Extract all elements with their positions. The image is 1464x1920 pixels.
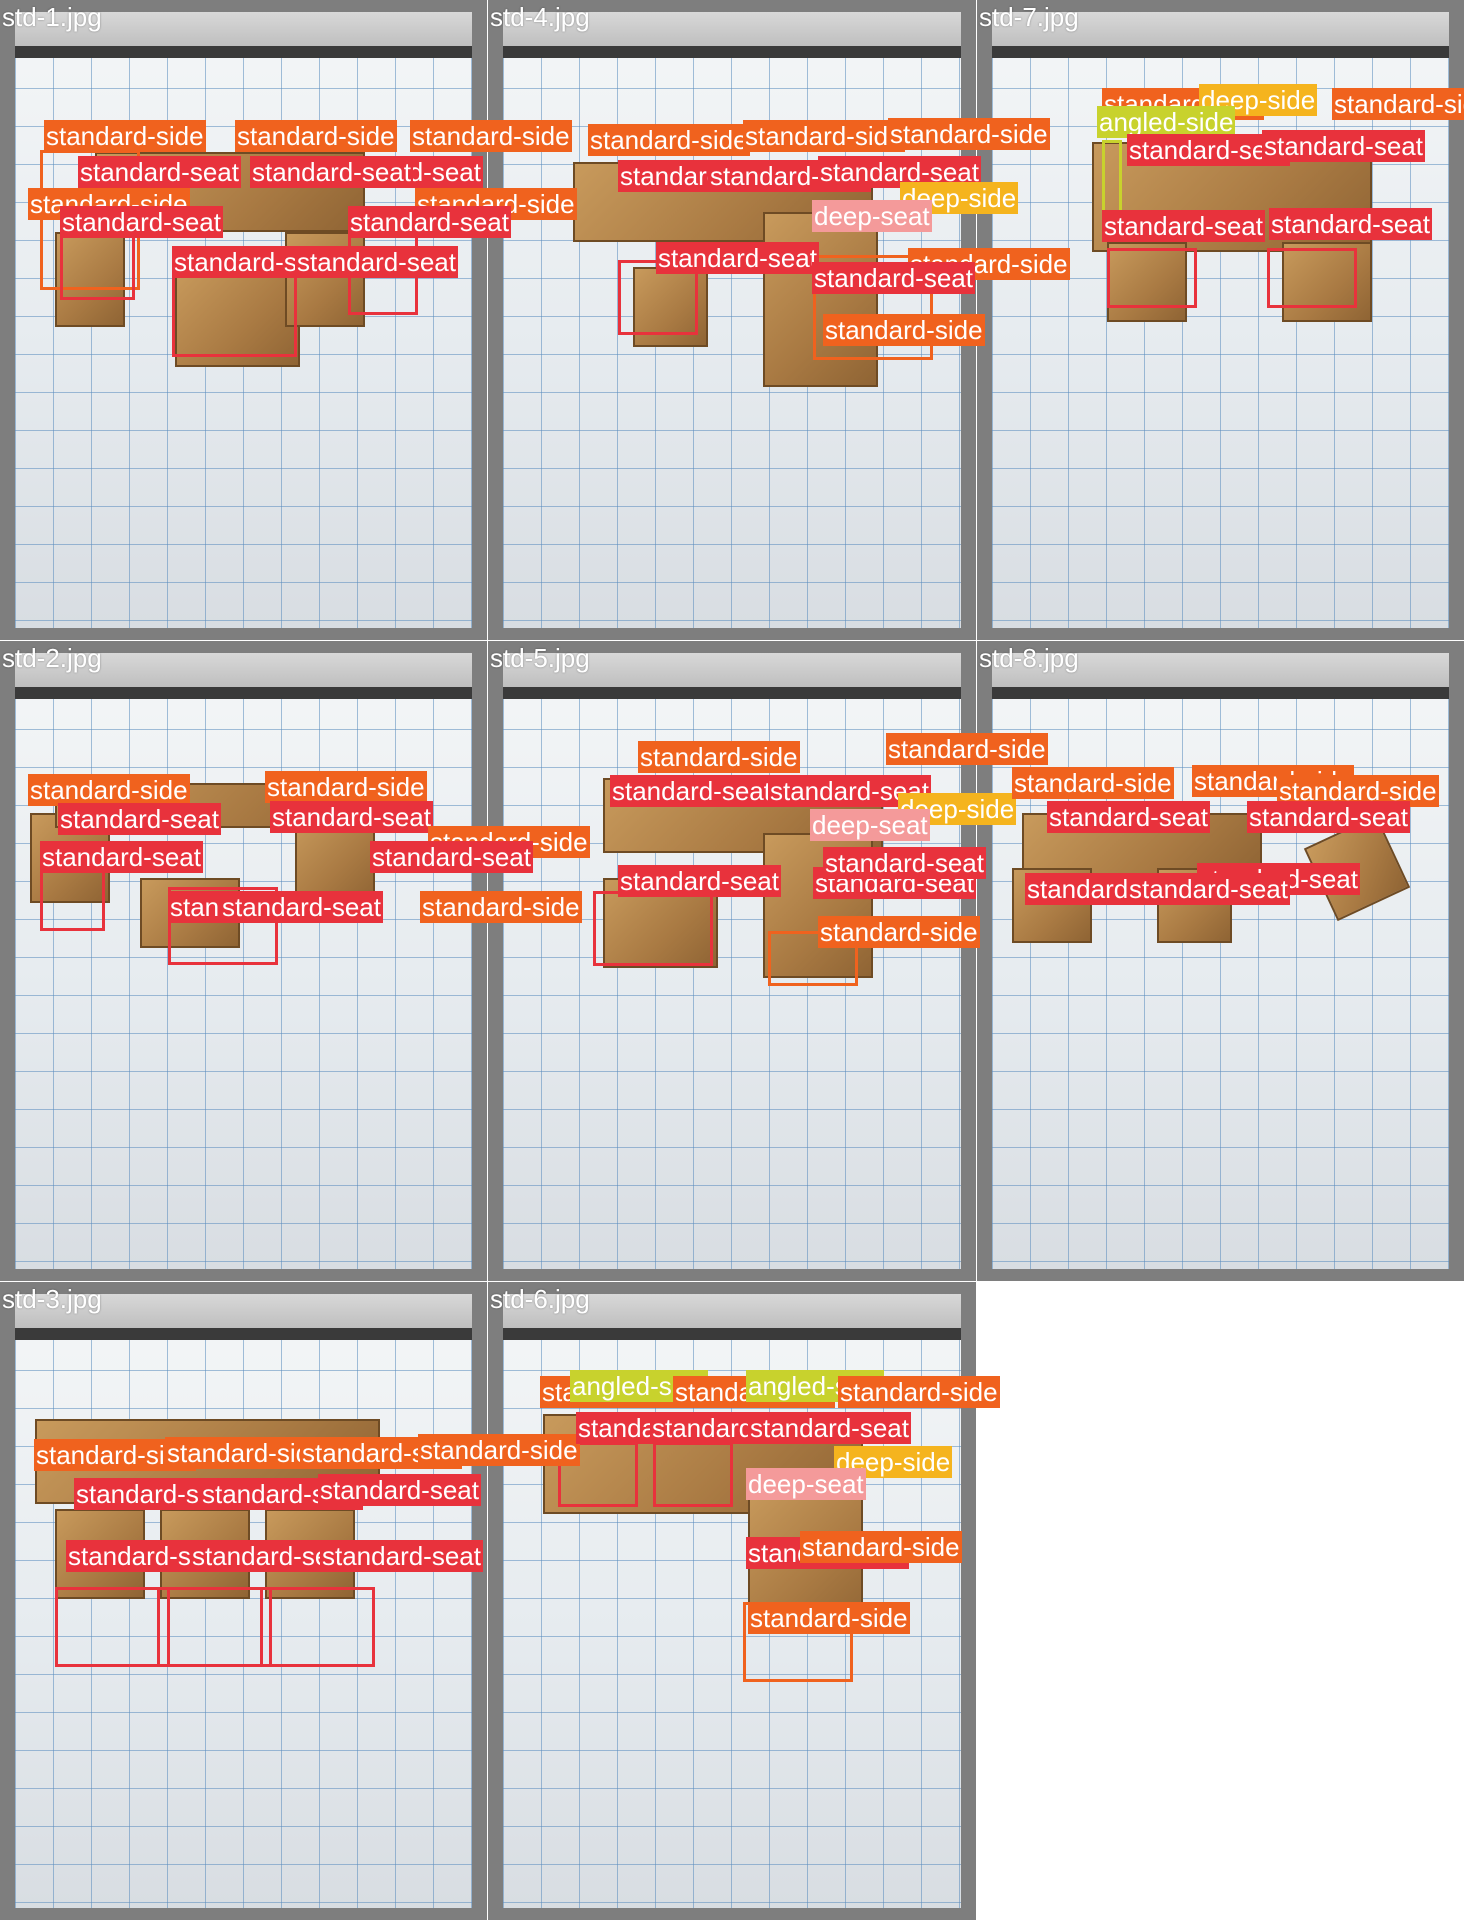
- detection-label: standard-seat: [320, 1540, 483, 1572]
- detection-label: standard-side: [823, 314, 985, 346]
- image-filename: std-5.jpg: [490, 643, 590, 673]
- detection-label: standard-seat: [1047, 801, 1210, 833]
- detection-label: standard-side: [888, 118, 1050, 150]
- detection-box: [260, 1587, 375, 1667]
- image-tile-std-1: std-1.jpg standard-side standard-side st…: [0, 0, 577, 640]
- detection-box: [1267, 248, 1357, 308]
- detection-box: [55, 1587, 170, 1667]
- rail: [15, 687, 472, 699]
- detection-label: standard-seat: [40, 841, 203, 873]
- detection-label: standard-seat: [370, 841, 533, 873]
- detection-label: standard-seat: [60, 206, 223, 238]
- detection-label: standard-seat: [610, 775, 773, 807]
- detection-box: [1107, 248, 1197, 308]
- detection-label: standard-side: [588, 124, 750, 156]
- image-filename: std-8.jpg: [979, 643, 1079, 673]
- detection-label: standard-seat: [823, 847, 986, 879]
- detection-label: deep-seat: [810, 809, 930, 841]
- detection-label: standard-seat: [618, 865, 781, 897]
- detection-label: standard-seat: [295, 246, 458, 278]
- image-tile-std-4: std-4.jpg standard-side standard-side st…: [488, 0, 1070, 640]
- image-filename: std-1.jpg: [2, 2, 102, 32]
- detection-label: standard-side: [420, 891, 582, 923]
- rail: [992, 46, 1449, 58]
- detection-label: standard-seat: [748, 1412, 911, 1444]
- detection-label: standard-seat: [1262, 130, 1425, 162]
- image-tile-std-2: std-2.jpg standard-side standard-side st…: [0, 641, 590, 1281]
- detection-label: standard-side: [418, 1434, 580, 1466]
- rail: [15, 46, 472, 58]
- image-tile-std-7: std-7.jpg standard-side deep-side standa…: [977, 0, 1464, 640]
- rail: [503, 687, 961, 699]
- detection-label: standard-side: [28, 774, 190, 806]
- image-filename: std-2.jpg: [2, 643, 102, 673]
- detection-label: standard-seat: [1269, 208, 1432, 240]
- detection-label: standard-side: [818, 916, 980, 948]
- detection-box: [593, 891, 713, 966]
- detection-label: standard-seat: [78, 156, 241, 188]
- detection-label: standard-seat: [250, 156, 413, 188]
- detection-label: standard-seat: [318, 1474, 481, 1506]
- detection-label: standard-side: [800, 1531, 962, 1563]
- image-tile-std-8: std-8.jpg standard-side standard-side st…: [977, 641, 1464, 1281]
- image-filename: std-4.jpg: [490, 2, 590, 32]
- image-tile-std-6: std-6.jpg standard-side angled-side stan…: [488, 1282, 1000, 1920]
- detection-label: standard-seat: [220, 891, 383, 923]
- detection-label: standard-seat: [656, 242, 819, 274]
- detection-label: deep-seat: [812, 200, 932, 232]
- detection-label: standard-seat: [1127, 873, 1290, 905]
- detection-label: standard-side: [235, 120, 397, 152]
- photo: [992, 653, 1449, 1269]
- image-tile-std-5: std-5.jpg standard-side standard-seat st…: [488, 641, 1048, 1281]
- detection-label: standard-seat: [812, 262, 975, 294]
- detection-label: standard-side: [410, 120, 572, 152]
- rail: [503, 46, 961, 58]
- rail: [15, 1328, 472, 1340]
- detection-label: standard-seat: [58, 803, 221, 835]
- rail: [992, 687, 1449, 699]
- image-filename: std-3.jpg: [2, 1284, 102, 1314]
- detection-label: standard-seat: [270, 801, 433, 833]
- detection-label: standard-seat: [348, 206, 511, 238]
- detection-box: [157, 1587, 272, 1667]
- image-tile-std-3: std-3.jpg standard-side standard-side st…: [0, 1282, 580, 1920]
- detection-label: standard-side: [265, 771, 427, 803]
- detection-label: standard-seat: [1247, 801, 1410, 833]
- detection-box: [653, 1442, 733, 1507]
- detection-label: standard-seat: [1102, 210, 1265, 242]
- detection-label: deep-seat: [746, 1468, 866, 1500]
- rail: [503, 1328, 961, 1340]
- detection-label: standard-side: [1012, 767, 1174, 799]
- image-filename: std-7.jpg: [979, 2, 1079, 32]
- detection-label: standard-side: [838, 1376, 1000, 1408]
- detection-label: standard-side: [886, 733, 1048, 765]
- detection-label: standard-side: [638, 741, 800, 773]
- detection-label: standard-side: [748, 1602, 910, 1634]
- detection-label: standard-side: [44, 120, 206, 152]
- detection-label: standard-side: [743, 120, 905, 152]
- detection-label: standard-side: [1332, 88, 1464, 120]
- image-filename: std-6.jpg: [490, 1284, 590, 1314]
